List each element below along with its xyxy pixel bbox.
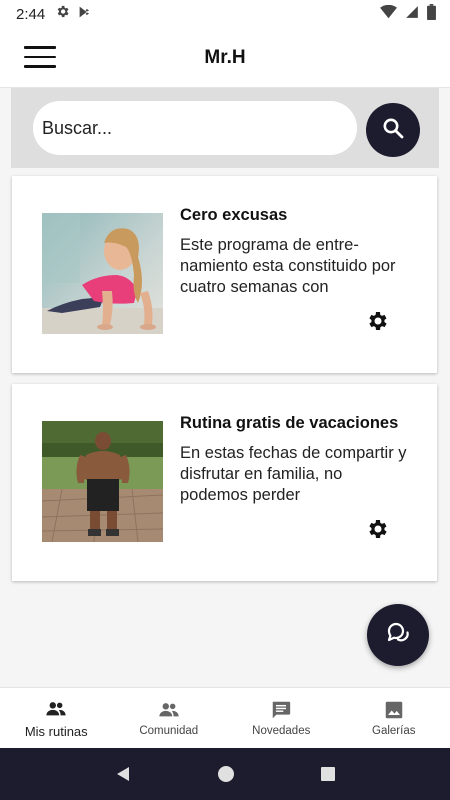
routine-description: Este programa de entre-namiento esta con… bbox=[180, 236, 396, 296]
chat-fab-button[interactable] bbox=[367, 604, 429, 666]
search-bar bbox=[11, 88, 439, 168]
nav-item-mis-rutinas[interactable]: Mis rutinas bbox=[0, 688, 113, 748]
search-icon bbox=[381, 116, 405, 145]
battery-icon bbox=[427, 3, 436, 25]
recents-icon[interactable] bbox=[320, 766, 336, 782]
routine-title: Cero excusas bbox=[180, 206, 288, 224]
nav-item-galerias[interactable]: Galerías bbox=[338, 688, 450, 748]
bottom-navigation: Mis rutinas Comunidad Novedades Galerías bbox=[0, 687, 450, 748]
search-button[interactable] bbox=[366, 103, 420, 157]
home-icon[interactable] bbox=[217, 765, 235, 783]
nav-item-comunidad[interactable]: Comunidad bbox=[113, 688, 226, 748]
nav-label: Comunidad bbox=[139, 725, 199, 737]
wifi-icon bbox=[380, 4, 397, 24]
routine-image-muscular-man bbox=[42, 421, 163, 542]
routine-title: Rutina gratis de vacaciones bbox=[180, 414, 399, 432]
routine-description: En estas fechas de compartir y disfrutar… bbox=[180, 444, 407, 504]
gear-icon bbox=[55, 4, 70, 24]
image-icon bbox=[383, 699, 405, 721]
routine-image-woman-pushup bbox=[42, 213, 163, 334]
app-bar: Mr.H bbox=[0, 28, 450, 88]
app-title: Mr.H bbox=[204, 46, 246, 68]
nav-item-novedades[interactable]: Novedades bbox=[225, 688, 338, 748]
back-icon[interactable] bbox=[114, 765, 132, 783]
gear-icon[interactable] bbox=[365, 309, 389, 333]
routine-card[interactable]: Rutina gratis de vacaciones En estas fec… bbox=[12, 384, 437, 581]
play-store-icon bbox=[78, 5, 91, 24]
gear-icon[interactable] bbox=[365, 517, 389, 541]
signal-icon bbox=[405, 5, 419, 24]
system-navigation-bar bbox=[0, 748, 450, 800]
people-icon bbox=[45, 698, 67, 720]
nav-label: Galerías bbox=[372, 725, 416, 737]
status-time: 2:44 bbox=[16, 5, 46, 23]
message-icon bbox=[270, 699, 292, 721]
chat-bubbles-icon bbox=[385, 620, 411, 651]
routine-card[interactable]: Cero excusas Este programa de entre-nami… bbox=[12, 176, 437, 373]
nav-label: Novedades bbox=[252, 725, 311, 737]
people-icon bbox=[158, 699, 180, 721]
nav-label: Mis rutinas bbox=[24, 723, 88, 739]
status-bar: 2:44 bbox=[0, 0, 450, 28]
hamburger-menu-icon[interactable] bbox=[24, 46, 56, 70]
search-input[interactable] bbox=[33, 101, 357, 155]
